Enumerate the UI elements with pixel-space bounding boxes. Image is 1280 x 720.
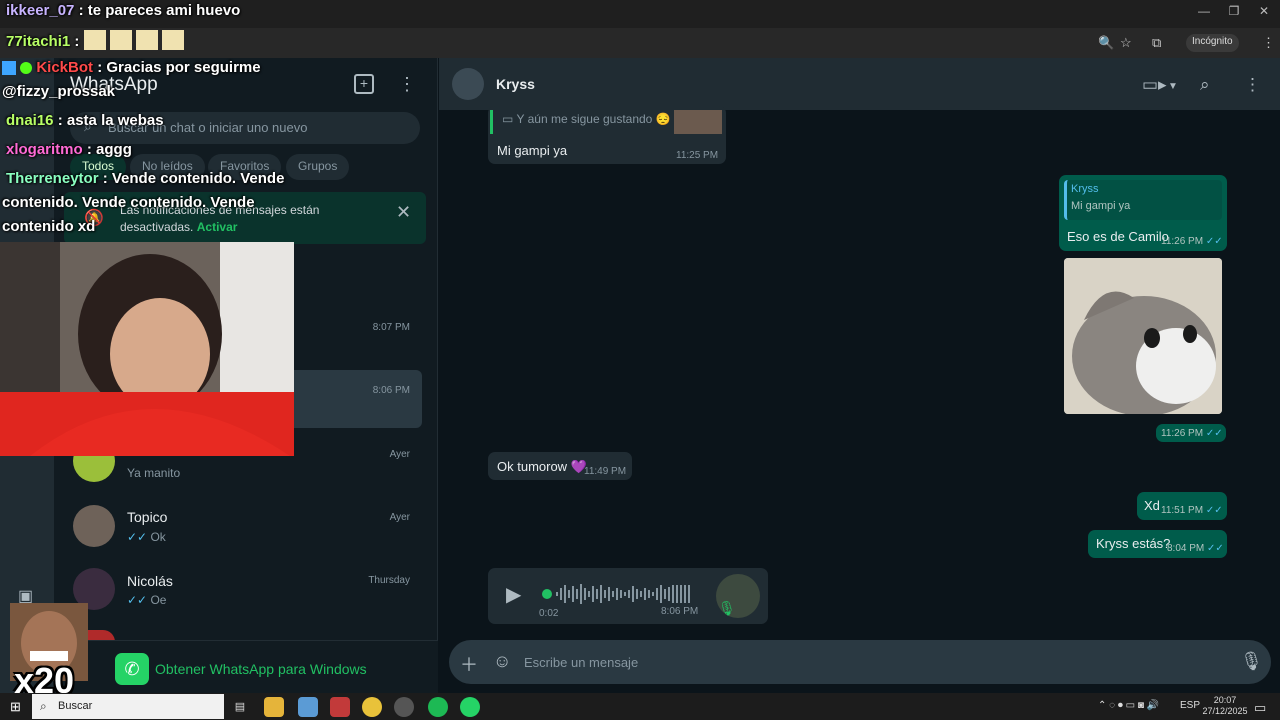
webcam-image [0,242,294,456]
video-icon: ▭ [502,112,514,126]
emoji-icon[interactable]: ☺ [493,651,511,672]
chat-last-message: ✓✓ Oe [127,593,167,607]
clock-time: 20:07 [1213,695,1237,705]
close-icon[interactable]: ✕ [396,202,411,223]
stream-chat-line: dnai16 : asta la webas [6,112,164,129]
notification-center-icon[interactable]: ▭ [1254,700,1266,716]
bookmark-star-icon[interactable]: ☆ [1120,35,1132,51]
contact-avatar[interactable] [452,68,484,100]
quoted-text: ▭ Y aún me sigue gustando 😔 [502,112,671,126]
stream-chat-line: xlogaritmo : aggg [6,141,132,158]
windows-start-icon[interactable]: ⊞ [10,699,21,715]
spotify-icon[interactable] [428,697,448,717]
stream-chat-line: KickBot : Gracias por seguirme [2,59,261,76]
webcam-overlay [0,242,294,456]
stream-chat-line: 77itachi1 : [6,30,184,54]
quote-author: Kryss [1071,183,1099,195]
language-indicator[interactable]: ESP [1180,700,1200,711]
stream-chat-line: ikkeer_07 : te pareces ami huevo [6,2,241,19]
verified-icon [20,62,33,75]
mic-icon: 🎙 [718,600,736,616]
contact-name[interactable]: Kryss [496,76,535,92]
chat-name: Nicolás [127,573,173,589]
message-text: Ok tumorow 💜 [497,459,587,474]
clock-date: 27/12/2025 [1202,706,1248,716]
voice-waveform[interactable] [556,582,696,606]
message-time: 11:51 PM ✓✓ [1161,505,1223,516]
message-text: Eso es de Camilo [1067,229,1169,244]
message-time: 11:49 PM [584,466,627,477]
search-icon: ⌕ [40,699,47,713]
cat-image [1064,258,1222,414]
chat-time: Ayer [389,512,410,523]
maximize-button[interactable]: ❐ [1220,4,1248,18]
voice-progress-dot[interactable] [542,589,552,599]
message-time: 11:26 PM ✓✓ [1161,428,1223,439]
message-time: 11:25 PM [676,150,719,161]
double-check-icon: ✓✓ [127,530,148,544]
extensions-icon[interactable]: ⧉ [1152,35,1161,51]
activate-link[interactable]: Activar [197,220,238,234]
app-icon[interactable] [298,697,318,717]
chat-time: 8:07 PM [372,322,410,333]
taskbar-search-placeholder: Buscar [58,700,93,712]
message-time: 8:04 PM ✓✓ [1167,543,1224,554]
clock[interactable]: 20:07 27/12/2025 [1200,695,1250,717]
stream-chat-line: Therreneytor : Vende contenido. Vende [6,170,285,187]
chat-time: 8:06 PM [372,385,410,396]
avatar [73,505,115,547]
double-check-icon: ✓✓ [1205,428,1223,439]
search-icon[interactable]: ⌕ [1200,75,1210,95]
zoom-icon[interactable]: 🔍 [1098,35,1114,51]
chat-last-message: Ya manito [127,466,181,480]
quoted-thumbnail [674,110,722,134]
double-check-icon: ✓✓ [1205,505,1223,516]
new-chat-icon[interactable]: + [354,74,374,94]
message-time: 11:26 PM ✓✓ [1161,236,1223,247]
message-text: Xd [1144,498,1160,513]
obs-icon[interactable] [394,697,414,717]
task-view-icon[interactable]: ▤ [230,697,250,717]
stream-chat-line: contenido xd [2,218,96,235]
incognito-badge[interactable]: Incógnito [1186,34,1239,52]
chevron-down-icon[interactable]: ▼ [1168,81,1178,92]
chat-time: Thursday [368,575,410,586]
chat-last-message: ✓✓ Ok [127,530,166,544]
message-text: Mi gampi ya [497,143,568,158]
menu-icon[interactable]: ⋮ [1244,75,1261,95]
message-text: Kryss estás? [1096,536,1171,551]
attach-plus-icon[interactable]: ＋ [460,651,478,677]
message-input[interactable]: Escribe un mensaje [524,655,638,670]
get-windows-text[interactable]: Obtener WhatsApp para Windows [155,661,367,677]
chat-time: Ayer [389,449,410,460]
whatsapp-taskbar-icon[interactable] [460,697,480,717]
stream-chat-line: contenido. Vende contenido. Vende [2,194,255,211]
mod-badge-icon [2,61,16,76]
chrome-icon[interactable] [362,697,382,717]
chat-name: Topico [127,509,168,525]
play-icon[interactable]: ▶ [506,582,521,607]
browser-toolbar [0,28,1280,58]
tray-icons[interactable]: ⌃ ◌ ⏺ ▭ ◙ 🔊 [1098,700,1159,711]
emote-icons [83,30,184,54]
menu-icon[interactable]: ⋮ [398,74,416,95]
filter-groups[interactable]: Grupos [286,154,350,180]
voice-time: 8:06 PM [661,606,699,617]
mic-icon[interactable]: 🎙 [1240,651,1263,672]
double-check-icon: ✓✓ [127,593,148,607]
double-check-icon: ✓✓ [1207,543,1224,554]
whatsapp-logo-icon: ✆ [115,653,149,685]
quote-text: Mi gampi ya [1071,200,1131,212]
image-message[interactable] [1064,258,1222,414]
file-explorer-icon[interactable] [264,697,284,717]
voice-duration: 0:02 [539,608,559,619]
video-call-icon[interactable]: ▭▸ [1142,75,1167,95]
stream-chat-line: @fizzy_prossak [2,83,116,100]
browser-menu-icon[interactable]: ⋮ [1262,35,1275,51]
minimize-button[interactable]: — [1190,4,1218,18]
app-icon[interactable] [330,697,350,717]
close-window-button[interactable]: ✕ [1250,4,1278,18]
double-check-icon: ✓✓ [1205,236,1223,247]
